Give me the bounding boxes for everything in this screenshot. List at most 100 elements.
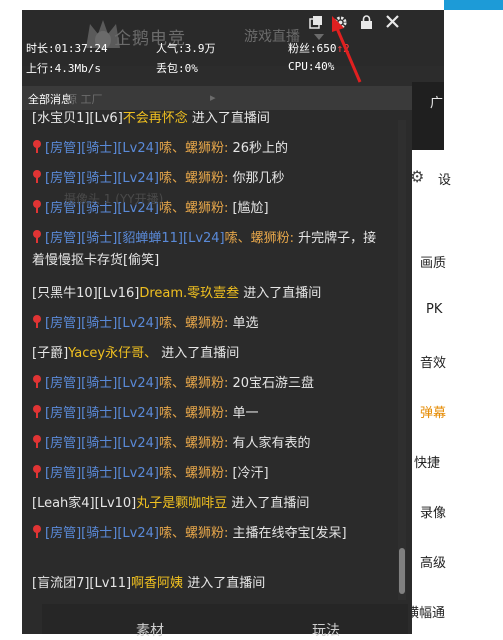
user-badge: [只黑牛10][Lv16] <box>32 286 140 301</box>
sender-name: 嗦、螺狮粉: <box>158 171 229 186</box>
cpu-stat: CPU:40% <box>288 60 335 73</box>
annotation-arrow-icon <box>332 16 362 83</box>
role-knight-badge: [骑士] <box>81 171 118 186</box>
pin-icon <box>32 375 43 388</box>
message-text: [冷汗] <box>228 466 269 481</box>
sender-name: 嗦、螺狮粉: <box>224 231 295 246</box>
pin-icon <box>32 230 43 243</box>
level-badge: [Lv24] <box>117 406 159 421</box>
pin-icon <box>32 315 43 328</box>
chat-message: [房管][骑士][Lv24]嗦、螺狮粉: 单一 <box>32 403 258 425</box>
message-text: 你那几秒 <box>228 171 285 186</box>
pin-icon <box>32 200 43 213</box>
chat-message: [房管][骑士][Lv24]嗦、螺狮粉: 26秒上的 <box>32 138 288 160</box>
close-icon[interactable] <box>384 15 400 31</box>
sender-name: 嗦、螺狮粉: <box>158 316 229 331</box>
upload-stat: 上行:4.3Mb/s <box>26 62 101 75</box>
popularity-stat: 人气:3.9万 <box>156 42 216 55</box>
message-text: 进入了直播间 <box>227 496 310 511</box>
scrollbar-thumb[interactable] <box>399 548 405 594</box>
sender-name: Dream.零玖壹叁 <box>139 286 240 301</box>
chat-message: [房管][骑士][Lv24]嗦、螺狮粉: 主播在线夺宝[发呆] <box>32 523 382 545</box>
sender-name: Yacey永仔哥、 <box>68 346 158 361</box>
role-knight-badge: [骑士] <box>81 466 118 481</box>
role-admin-badge: [房管] <box>45 526 82 541</box>
sender-name: 嗦、螺狮粉: <box>158 466 229 481</box>
tab-materials[interactable]: 素材 <box>136 620 164 640</box>
title-bar: 企鹅电竞 游戏直播 <box>22 10 444 66</box>
level-badge: [Lv24] <box>117 466 159 481</box>
role-admin-badge: [房管] <box>45 406 82 421</box>
sender-name: 嗦、螺狮粉: <box>158 436 229 451</box>
side-item-sound[interactable]: 音效 <box>420 352 446 371</box>
side-item-shortcut[interactable]: 快捷 <box>414 452 440 471</box>
sender-name: 不会再怀念 <box>122 111 188 126</box>
message-text: 单选 <box>228 316 259 331</box>
behind-source-label: 源 工厂 <box>66 93 103 106</box>
ad-tab[interactable]: 广 <box>430 92 443 111</box>
side-item-advanced[interactable]: 高级 <box>420 552 446 571</box>
accent-bar <box>444 0 503 10</box>
pin-icon <box>32 140 43 153</box>
message-text: 26秒上的 <box>228 141 289 156</box>
role-knight-badge: [骑士] <box>81 436 118 451</box>
message-text: 进入了直播间 <box>157 346 240 361</box>
chat-message: [房管][骑士][Lv24]嗦、螺狮粉: 你那几秒 <box>32 168 284 190</box>
settings-gear-icon[interactable]: ⚙ <box>410 167 424 186</box>
role-admin-badge: [房管] <box>45 316 82 331</box>
chat-message: [房管][骑士][Lv24]嗦、螺狮粉: 单选 <box>32 313 258 335</box>
role-knight-badge: [骑士] <box>81 406 118 421</box>
camera-source-label: 摄像头 1 (YY开播) <box>64 192 164 206</box>
user-badge: [Leah家4][Lv10] <box>32 496 137 511</box>
level-badge: [Lv24] <box>117 376 159 391</box>
side-item-danmaku[interactable]: 弹幕 <box>420 402 446 421</box>
chat-message: [房管][骑士][貂蝉蝉11][Lv24]嗦、螺狮粉: 升完牌子，接着慢慢抠卡存… <box>32 228 382 272</box>
chat-message: [Leah家4][Lv10]丸子是颗咖啡豆 进入了直播间 <box>32 493 309 515</box>
role-admin-badge: [房管] <box>45 231 82 246</box>
role-admin-badge: [房管] <box>45 466 82 481</box>
role-knight-badge: [骑士] <box>81 526 118 541</box>
right-background <box>444 10 503 634</box>
chat-message: [水宝贝1][Lv6]不会再怀念 进入了直播间 <box>32 110 270 130</box>
chat-message: [房管][骑士][Lv24]嗦、螺狮粉: 有人家有表的 <box>32 433 310 455</box>
sender-name: 嗦、螺狮粉: <box>158 526 229 541</box>
message-text: 20宝石游三盘 <box>228 376 315 391</box>
chat-message: [子爵]Yacey永仔哥、 进入了直播间 <box>32 343 239 365</box>
chat-message: [只黑牛10][Lv16]Dream.零玖壹叁 进入了直播间 <box>32 283 321 305</box>
chat-message: [房管][骑士][Lv24]嗦、螺狮粉: [冷汗] <box>32 463 269 485</box>
sender-name: 嗦、螺狮粉: <box>158 376 229 391</box>
user-badge: [子爵] <box>32 346 69 361</box>
chevron-right-icon: ▸ <box>210 91 216 104</box>
role-knight-badge: [骑士] <box>81 376 118 391</box>
message-text: 进入了直播间 <box>239 286 322 301</box>
message-text: [尴尬] <box>228 201 269 216</box>
side-item-quality[interactable]: 画质 <box>420 252 446 271</box>
message-text: 主播在线夺宝[发呆] <box>228 526 347 541</box>
message-text: 进入了直播间 <box>183 576 266 591</box>
role-knight-badge: [骑士] <box>81 316 118 331</box>
duration-stat: 时长:01:37:24 <box>26 42 108 55</box>
pin-icon <box>32 525 43 538</box>
chat-list: [水宝贝1][Lv6]不会再怀念 进入了直播间 [房管][骑士][Lv24]嗦、螺… <box>22 110 410 604</box>
top-strip <box>0 0 503 10</box>
scrollbar-track[interactable] <box>398 120 406 600</box>
side-item-record[interactable]: 录像 <box>420 502 446 521</box>
chat-message: [盲流团7][Lv11]啊香阿姨 进入了直播间 <box>32 573 265 595</box>
settings-label[interactable]: 设 <box>438 169 451 188</box>
level-badge: [Lv24] <box>117 171 159 186</box>
role-admin-badge: [房管] <box>45 171 82 186</box>
role-admin-badge: [房管] <box>45 436 82 451</box>
restore-icon[interactable] <box>308 15 324 31</box>
pin-icon <box>32 435 43 448</box>
pin-icon <box>32 465 43 478</box>
pin-icon <box>32 170 43 183</box>
message-text: 有人家有表的 <box>228 436 311 451</box>
level-badge: [Lv24] <box>117 316 159 331</box>
level-badge: [Lv24] <box>117 141 159 156</box>
sender-name: 嗦、螺狮粉: <box>158 406 229 421</box>
user-badge: [盲流团7][Lv11] <box>32 576 132 591</box>
sender-name: 嗦、螺狮粉: <box>158 141 229 156</box>
loss-stat: 丢包:0% <box>156 62 198 75</box>
tab-gameplay[interactable]: 玩法 <box>312 620 340 640</box>
side-item-pk[interactable]: PK <box>426 302 442 317</box>
